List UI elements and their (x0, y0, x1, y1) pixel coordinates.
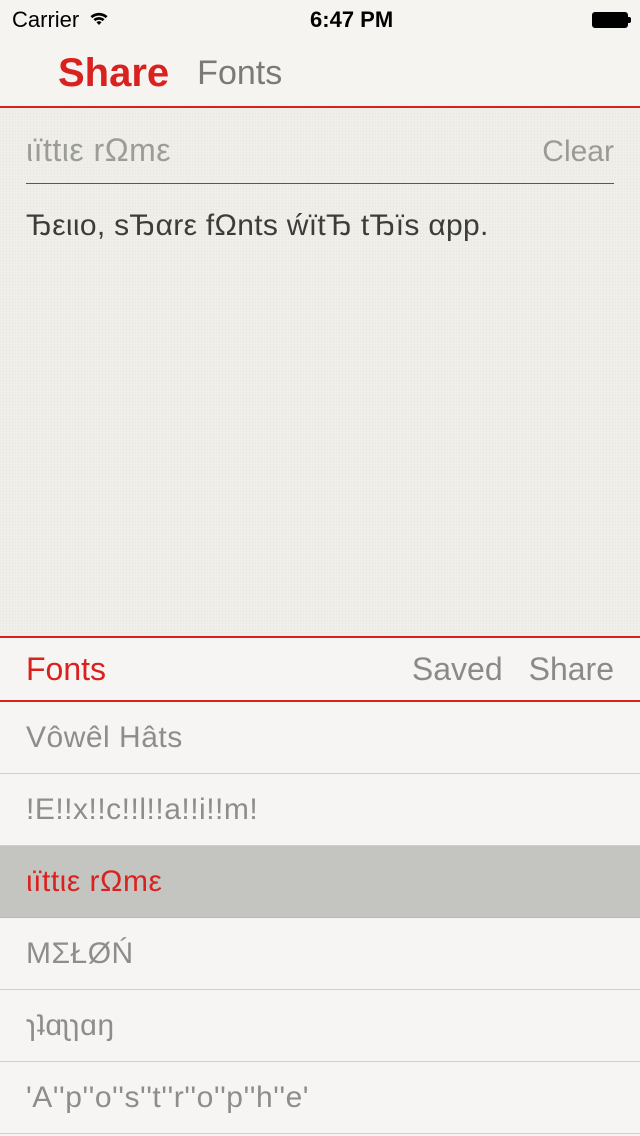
clock: 6:47 PM (310, 7, 393, 33)
font-list[interactable]: Vôwêl Hâts !E!!x!!c!!l!!a!!i!!m! ιïttιε rΩ… (0, 702, 640, 1134)
clear-button[interactable]: Clear (542, 135, 614, 169)
font-name-row: ιïttιε rΩmε Clear (26, 132, 614, 184)
share-button[interactable]: Share (58, 51, 169, 96)
status-right (592, 12, 628, 28)
font-name-input[interactable]: ιïttιε rΩmε (26, 132, 542, 169)
editor-area: ιïttιε rΩmε Clear Ђειιо, sЂαrε fΩnts ẃït… (0, 108, 640, 636)
font-row-label: 'A''p''o''s''t''r''o''p''h''e' (26, 1081, 309, 1115)
tab-share[interactable]: Share (529, 651, 614, 688)
carrier-label: Carrier (12, 7, 79, 33)
font-row[interactable]: ɿʇɑʅɿɑŋ (0, 990, 640, 1062)
status-left: Carrier (12, 7, 111, 33)
font-row[interactable]: ΜΣŁØŃ (0, 918, 640, 990)
font-row[interactable]: ιïttιε rΩmε (0, 846, 640, 918)
font-row[interactable]: !E!!x!!c!!l!!a!!i!!m! (0, 774, 640, 846)
font-row-label: ιïttιε rΩmε (26, 865, 162, 899)
battery-icon (592, 12, 628, 28)
font-row[interactable]: Vôwêl Hâts (0, 702, 640, 774)
font-row-label: !E!!x!!c!!l!!a!!i!!m! (26, 793, 258, 827)
font-row-label: ΜΣŁØŃ (26, 937, 134, 971)
wifi-icon (87, 7, 111, 33)
tab-bar: Fonts Saved Share (0, 636, 640, 702)
status-bar: Carrier 6:47 PM (0, 0, 640, 40)
preview-text[interactable]: Ђειιо, sЂαrε fΩnts ẃïtЂ tЂïs αpp. (26, 206, 614, 245)
nav-bar: Share Fonts (0, 40, 640, 108)
tab-saved[interactable]: Saved (412, 651, 503, 688)
font-row-label: ɿʇɑʅɿɑŋ (26, 1009, 115, 1043)
font-row[interactable]: 'A''p''o''s''t''r''o''p''h''e' (0, 1062, 640, 1134)
tab-fonts[interactable]: Fonts (26, 651, 412, 688)
nav-title-fonts: Fonts (197, 54, 282, 93)
font-row-label: Vôwêl Hâts (26, 721, 183, 755)
